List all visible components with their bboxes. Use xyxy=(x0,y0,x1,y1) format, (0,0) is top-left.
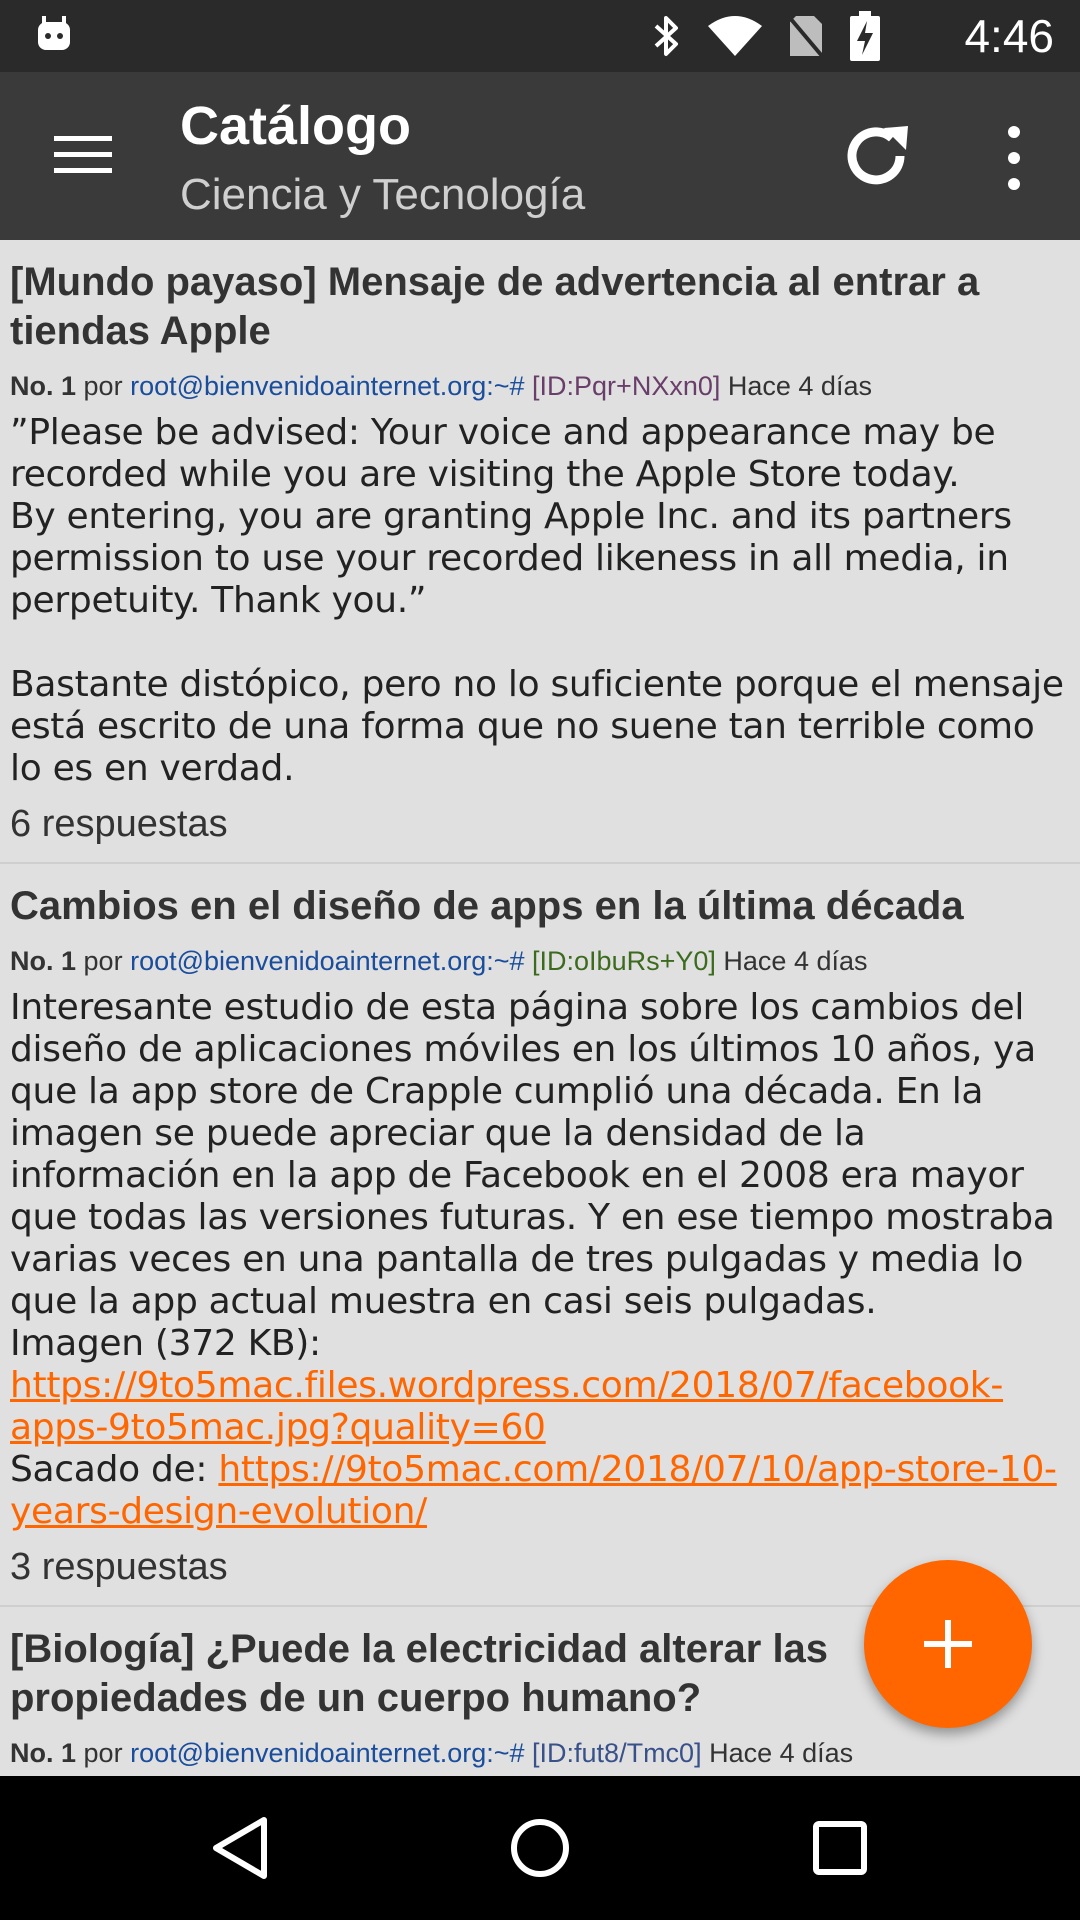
thread-meta: No. 1 por root@bienvenidoainternet.org:~… xyxy=(10,366,1070,406)
new-thread-button[interactable] xyxy=(864,1560,1032,1728)
thread-item[interactable]: Cambios en el diseño de apps en la últim… xyxy=(0,864,1080,1607)
por-label: por xyxy=(83,371,123,401)
por-label: por xyxy=(83,946,123,976)
source-label: Sacado de: xyxy=(10,1449,219,1490)
bluetooth-icon xyxy=(654,16,678,56)
refresh-icon[interactable] xyxy=(840,118,916,194)
author-link[interactable]: root@bienvenidoainternet.org:~# xyxy=(130,1738,524,1768)
thread-title: Cambios en el diseño de apps en la últim… xyxy=(10,884,964,928)
wifi-icon xyxy=(708,16,762,56)
poster-id: [ID:fut8/Tmc0] xyxy=(532,1738,702,1768)
thread-body: Interesante estudio de esta página sobre… xyxy=(10,987,1070,1533)
post-number: No. 1 xyxy=(10,1738,77,1768)
thread-meta: No. 1 por root@bienvenidoainternet.org:~… xyxy=(10,1733,1070,1773)
system-nav-bar xyxy=(0,1776,1080,1920)
por-label: por xyxy=(83,1738,123,1768)
author-link[interactable]: root@bienvenidoainternet.org:~# xyxy=(130,946,524,976)
more-vert-icon[interactable] xyxy=(996,124,1032,192)
clock: 4:46 xyxy=(964,10,1054,62)
post-time: Hace 4 días xyxy=(727,371,872,401)
post-number: No. 1 xyxy=(10,371,77,401)
thread-body-text: Interesante estudio de esta página sobre… xyxy=(10,987,1055,1322)
image-label: Imagen (372 KB): xyxy=(10,1323,333,1364)
image-link[interactable]: https://9to5mac.files.wordpress.com/2018… xyxy=(10,1365,1003,1448)
thread-meta: No. 1 por root@bienvenidoainternet.org:~… xyxy=(10,941,1070,981)
thread-body: ”Please be advised: Your voice and appea… xyxy=(10,412,1064,789)
android-debug-icon xyxy=(38,16,70,50)
page-subtitle: Ciencia y Tecnología xyxy=(180,170,586,219)
battery-charging-icon xyxy=(850,11,880,61)
status-bar: 4:46 xyxy=(0,0,1080,72)
reply-count: 6 respuestas xyxy=(10,803,228,845)
thread-item[interactable]: [Mundo payaso] Mensaje de advertencia al… xyxy=(0,240,1080,864)
back-icon[interactable] xyxy=(204,1812,276,1884)
post-time: Hace 4 días xyxy=(709,1738,854,1768)
post-number: No. 1 xyxy=(10,946,77,976)
recents-icon[interactable] xyxy=(804,1812,876,1884)
poster-id: [ID:Pqr+NXxn0] xyxy=(532,371,721,401)
thread-title: [Mundo payaso] Mensaje de advertencia al… xyxy=(10,260,980,353)
author-link[interactable]: root@bienvenidoainternet.org:~# xyxy=(130,371,524,401)
home-icon[interactable] xyxy=(504,1812,576,1884)
no-sim-icon xyxy=(788,16,824,58)
page-title: Catálogo xyxy=(180,96,412,156)
poster-id: [ID:oIbuRs+Y0] xyxy=(532,946,716,976)
thread-list[interactable]: [Mundo payaso] Mensaje de advertencia al… xyxy=(0,240,1080,1776)
add-icon xyxy=(924,1620,972,1668)
post-time: Hace 4 días xyxy=(723,946,868,976)
app-toolbar: Catálogo Ciencia y Tecnología xyxy=(0,72,1080,240)
menu-icon[interactable] xyxy=(54,132,114,178)
